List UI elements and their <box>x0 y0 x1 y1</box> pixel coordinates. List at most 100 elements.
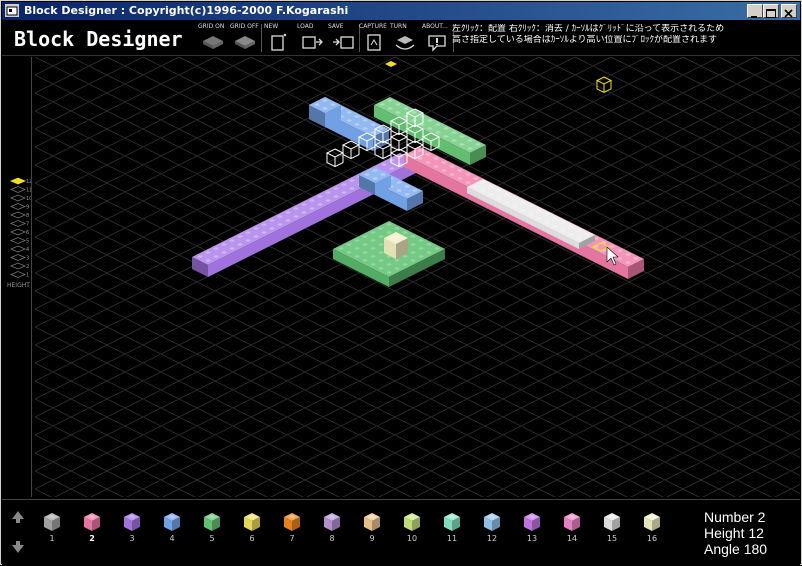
load-icon <box>302 36 323 49</box>
new-button[interactable]: NEW <box>264 22 294 54</box>
up-arrow-icon <box>12 511 24 523</box>
height-level-7[interactable]: 7 <box>9 220 29 228</box>
close-button[interactable] <box>781 4 797 18</box>
color-swatch-9[interactable]: 9 <box>362 508 382 543</box>
height-level-label: 2 <box>26 264 29 270</box>
height-level-label: 8 <box>26 213 29 219</box>
height-level-2[interactable]: 2 <box>9 262 29 270</box>
swatch-number: 5 <box>209 534 215 543</box>
help-text: 左ｸﾘｯｸ：配置 右ｸﾘｯｸ：消去 / ｶｰｿﾙはｸﾞﾘｯﾄﾞに沿って表示される… <box>452 24 797 46</box>
block-color-icon <box>284 513 300 531</box>
block-color-icon <box>164 513 180 531</box>
maximize-icon <box>766 9 776 18</box>
color-swatch-5[interactable]: 5 <box>202 508 222 543</box>
app-icon <box>5 4 19 17</box>
color-swatch-11[interactable]: 11 <box>442 508 462 543</box>
capture-icon <box>367 34 381 51</box>
status-height: Height 12 <box>704 525 764 541</box>
block-color-icon <box>404 513 420 531</box>
minimize-button[interactable] <box>747 4 763 18</box>
help-line-1: 左ｸﾘｯｸ：配置 右ｸﾘｯｸ：消去 / ｶｰｿﾙはｸﾞﾘｯﾄﾞに沿って表示される… <box>452 24 725 34</box>
app-logo-text: Block Designer <box>14 27 183 51</box>
title-bar[interactable]: Block Designer : Copyright(c)1996-2000 F… <box>2 2 800 20</box>
color-swatch-13[interactable]: 13 <box>522 508 542 543</box>
block-color-icon <box>244 513 260 531</box>
status-angle: Angle 180 <box>704 541 768 557</box>
height-level-label: 9 <box>26 205 29 211</box>
color-swatch-10[interactable]: 10 <box>402 508 422 543</box>
height-level-label: 6 <box>26 230 29 236</box>
height-level-12[interactable]: 12 <box>9 177 31 185</box>
block-color-icon <box>524 513 540 531</box>
color-swatch-14[interactable]: 14 <box>562 508 582 543</box>
block-color-icon <box>444 513 460 531</box>
swatch-number: 11 <box>446 534 458 543</box>
scroll-down-button[interactable] <box>7 536 29 558</box>
design-canvas[interactable] <box>35 57 800 497</box>
height-level-label: 11 <box>26 188 31 194</box>
help-line-2: 高さ指定している場合はｶｰｿﾙより高い位置にﾌﾞﾛｯｸが配置されます <box>452 35 718 45</box>
height-level-label: 10 <box>26 196 31 202</box>
minimize-icon <box>751 16 757 18</box>
turn-icon <box>395 36 415 50</box>
color-swatch-16[interactable]: 16 <box>642 508 662 543</box>
bottom-panel: 1 2 3 4 5 6 7 8 9 10 11 12 13 14 15 16 Number 2 Height … <box>2 499 800 566</box>
height-level-1[interactable]: 1 <box>9 271 29 279</box>
grid-off-button[interactable]: GRID OFF <box>230 22 260 54</box>
swatch-number: 2 <box>89 534 95 543</box>
save-button[interactable]: SAVE <box>328 22 358 54</box>
capture-label: CAPTURE <box>359 23 387 30</box>
color-swatch-4[interactable]: 4 <box>162 508 182 543</box>
color-swatch-2[interactable]: 2 <box>82 508 102 543</box>
scroll-up-button[interactable] <box>7 506 29 528</box>
wireframe-cube <box>341 140 361 160</box>
height-selector[interactable]: 12 11 10 9 8 7 6 5 4 3 2 1 <box>2 175 31 415</box>
block-color-icon <box>564 513 580 531</box>
height-level-9[interactable]: 9 <box>9 203 29 211</box>
height-level-8[interactable]: 8 <box>9 211 29 219</box>
down-arrow-icon <box>12 541 24 553</box>
load-button[interactable]: LOAD <box>297 22 327 54</box>
height-level-6[interactable]: 6 <box>9 228 29 236</box>
swatch-number: 7 <box>289 534 295 543</box>
height-level-11[interactable]: 11 <box>9 186 31 194</box>
maximize-button[interactable] <box>763 4 779 18</box>
color-swatch-1[interactable]: 1 <box>42 508 62 543</box>
swatch-number: 4 <box>169 534 175 543</box>
about-icon <box>428 35 446 52</box>
toolbar-separator <box>261 24 262 52</box>
white-block-row <box>467 179 595 249</box>
swatch-number: 13 <box>526 534 538 543</box>
status-readout: Number 2 Height 12 Angle 180 <box>704 509 767 557</box>
grid-off-label: GRID OFF <box>230 23 259 30</box>
height-level-3[interactable]: 3 <box>9 254 29 262</box>
height-level-label: 7 <box>26 222 29 228</box>
swatch-number: 16 <box>646 534 658 543</box>
grid-on-icon <box>203 36 223 49</box>
height-level-10[interactable]: 10 <box>9 194 31 202</box>
color-swatch-8[interactable]: 8 <box>322 508 342 543</box>
height-level-5[interactable]: 5 <box>9 237 29 245</box>
color-swatch-15[interactable]: 15 <box>602 508 622 543</box>
swatch-number: 12 <box>486 534 498 543</box>
height-level-label: 4 <box>26 247 29 253</box>
capture-button[interactable]: CAPTURE <box>359 22 389 54</box>
height-level-label: 12 <box>26 179 31 185</box>
color-swatch-12[interactable]: 12 <box>482 508 502 543</box>
new-file-icon <box>271 33 287 51</box>
swatch-number: 1 <box>49 534 55 543</box>
color-swatch-3[interactable]: 3 <box>122 508 142 543</box>
height-level-4[interactable]: 4 <box>9 245 29 253</box>
height-level-label: 3 <box>26 256 29 262</box>
grid-on-button[interactable]: GRID ON <box>198 22 228 54</box>
save-icon <box>333 36 354 49</box>
turn-button[interactable]: TURN <box>390 22 420 54</box>
swatch-number: 9 <box>369 534 375 543</box>
swatch-number: 8 <box>329 534 335 543</box>
color-swatch-6[interactable]: 6 <box>242 508 262 543</box>
swatch-number: 3 <box>129 534 135 543</box>
height-level-label: 5 <box>26 239 29 245</box>
color-swatch-7[interactable]: 7 <box>282 508 302 543</box>
iso-grid-scene[interactable] <box>35 57 800 497</box>
about-button[interactable]: ABOUT... <box>422 22 452 54</box>
